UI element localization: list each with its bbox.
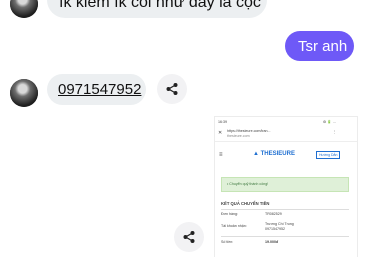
message-text: Tsr anh xyxy=(298,38,348,55)
status-icons: ⚙ 🔋 ... xyxy=(323,120,336,124)
message-text: ík kiếm ík coi như đây là cọc xyxy=(59,0,261,11)
page-url: https://thesieure.com/tran... xyxy=(227,129,271,133)
section-title: KẾT QUẢ CHUYỂN TIỀN xyxy=(221,201,270,206)
close-icon: ✕ xyxy=(218,130,223,136)
contact-avatar[interactable] xyxy=(10,79,38,107)
share-icon xyxy=(166,83,178,95)
brand-name: THESIEURE xyxy=(260,151,295,157)
share-icon: ⋮ xyxy=(333,130,337,134)
image-attachment[interactable]: 16:39 ⚙ 🔋 ... ✕ https://thesieure.com/tr… xyxy=(215,117,357,257)
message-bubble[interactable]: ík kiếm ík coi như đây là cọc xyxy=(47,0,267,18)
menu-icon: ≡ xyxy=(219,152,223,158)
success-message: • Chuyển quỹ thành công! xyxy=(227,182,269,186)
message-bubble[interactable]: 0971547952 xyxy=(47,74,146,105)
phone-number-link[interactable]: 0971547952 xyxy=(58,81,141,98)
share-button[interactable] xyxy=(174,222,204,252)
row-value: Trương Chí Trung 0971547952 xyxy=(265,222,294,231)
row-value: 19.000đ xyxy=(265,240,279,244)
guide-button: Hướng Dẫn xyxy=(316,151,341,159)
share-icon xyxy=(183,231,195,243)
brand-logo: ▲ THESIEURE xyxy=(253,151,295,157)
message-bubble-outgoing[interactable]: Tsr anh xyxy=(285,31,354,61)
share-button[interactable] xyxy=(157,74,187,104)
page-url-sub: thesieure.com xyxy=(227,134,250,138)
row-value: TR082529 xyxy=(265,212,282,216)
contact-avatar[interactable] xyxy=(10,0,38,18)
